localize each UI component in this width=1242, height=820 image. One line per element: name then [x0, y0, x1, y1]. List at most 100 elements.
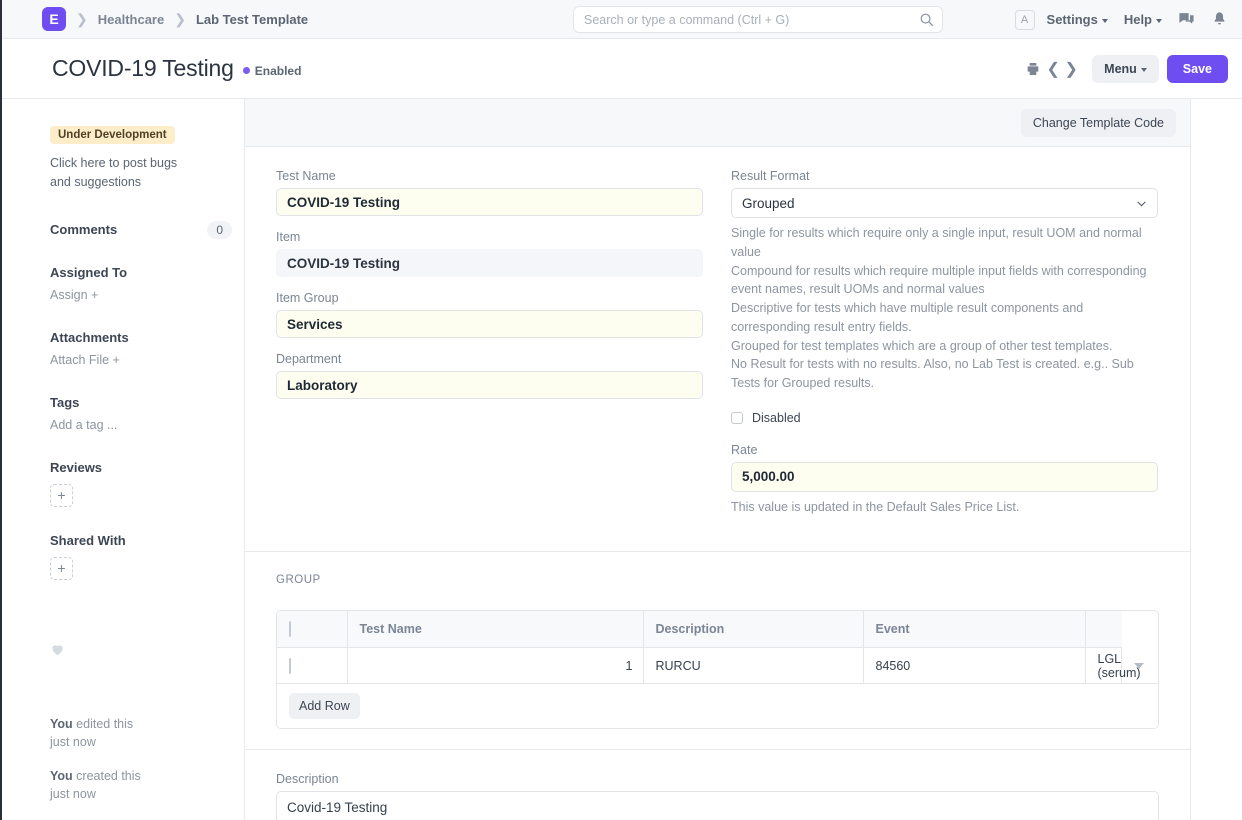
- add-row-button[interactable]: Add Row: [289, 693, 360, 719]
- field-result-format: Result Format Grouped Single for results…: [731, 169, 1158, 393]
- help-label: Help: [1124, 12, 1152, 27]
- chevron-down-icon: [1156, 19, 1162, 23]
- item-input[interactable]: [276, 249, 703, 277]
- column-actions: [1085, 611, 1122, 648]
- details-left-column: Test Name Item Item Group: [276, 169, 703, 531]
- disabled-label[interactable]: Disabled: [752, 411, 801, 425]
- field-test-name: Test Name: [276, 169, 703, 216]
- navbar-right-group: A Settings Help: [1015, 0, 1228, 39]
- table-row[interactable]: 1 RURCU 84560 LGL (serum): [277, 648, 1158, 684]
- global-search: [573, 6, 943, 33]
- attachments-label: Attachments: [50, 330, 244, 345]
- cell-event[interactable]: LGL (serum): [1085, 648, 1122, 684]
- assign-button[interactable]: Assign +: [50, 288, 98, 302]
- details-section: Test Name Item Item Group: [245, 147, 1190, 552]
- page-header-actions: ❮ ❯ Menu Save: [1022, 39, 1228, 99]
- top-navbar: E ❯ Healthcare ❯ Lab Test Template A Set…: [2, 0, 1242, 39]
- add-tag-button[interactable]: Add a tag ...: [50, 418, 117, 432]
- page-header: COVID-19 Testing Enabled ❮ ❯ Menu Save: [2, 39, 1242, 99]
- main-content: Change Template Code Test Name Item: [245, 99, 1242, 820]
- app-logo[interactable]: E: [42, 7, 66, 31]
- group-section-title: GROUP: [276, 574, 1158, 586]
- test-name-input[interactable]: [276, 188, 703, 216]
- chevron-down-icon: [1102, 19, 1108, 23]
- form-card-toolbar: Change Template Code: [245, 99, 1190, 147]
- status-badge: Enabled: [243, 64, 302, 78]
- heart-icon[interactable]: [50, 642, 65, 657]
- settings-label: Settings: [1047, 12, 1098, 27]
- next-record-button[interactable]: ❯: [1062, 58, 1080, 80]
- avatar[interactable]: A: [1015, 10, 1035, 30]
- field-disabled[interactable]: Disabled: [731, 411, 1158, 425]
- status-dot-icon: [243, 67, 250, 74]
- previous-record-button[interactable]: ❮: [1044, 58, 1062, 80]
- group-table: Test Name Description Event 1: [276, 610, 1159, 730]
- activity-entry: You edited this just now: [50, 715, 244, 751]
- row-checkbox[interactable]: [289, 658, 291, 674]
- tags-label: Tags: [50, 395, 244, 410]
- assign-label: Assign: [50, 288, 88, 302]
- field-rate: Rate This value is updated in the Defaul…: [731, 443, 1158, 517]
- sidebar-item-comments[interactable]: Comments 0: [50, 221, 232, 239]
- search-input[interactable]: [573, 6, 943, 33]
- details-right-column: Result Format Grouped Single for results…: [731, 169, 1158, 531]
- row-index: 1: [347, 648, 643, 684]
- row-select-cell[interactable]: [277, 648, 347, 684]
- assigned-to-label: Assigned To: [50, 265, 244, 280]
- group-section: GROUP Test Name Description Event: [245, 552, 1190, 751]
- table-header-row: Test Name Description Event: [277, 611, 1158, 648]
- test-name-label: Test Name: [276, 169, 703, 183]
- description-label: Description: [276, 772, 1158, 786]
- activity-time: just now: [50, 787, 96, 801]
- add-review-button[interactable]: +: [50, 484, 73, 507]
- column-description[interactable]: Description: [643, 611, 863, 648]
- result-format-label: Result Format: [731, 169, 1158, 183]
- activity-entry: You created this just now: [50, 767, 244, 803]
- rate-input[interactable]: [731, 462, 1158, 492]
- cell-test-name[interactable]: RURCU: [643, 648, 863, 684]
- result-format-help: Single for results which require only a …: [731, 224, 1158, 393]
- activity-time: just now: [50, 735, 96, 749]
- item-label: Item: [276, 230, 703, 244]
- department-input[interactable]: [276, 371, 703, 399]
- form-card: Change Template Code Test Name Item: [245, 99, 1191, 820]
- breadcrumb-healthcare[interactable]: Healthcare: [98, 12, 164, 27]
- add-share-button[interactable]: +: [50, 557, 73, 580]
- column-event[interactable]: Event: [863, 611, 1085, 648]
- search-icon: [919, 12, 934, 27]
- app-window: E ❯ Healthcare ❯ Lab Test Template A Set…: [0, 0, 1242, 820]
- save-button[interactable]: Save: [1167, 55, 1228, 83]
- change-template-code-button[interactable]: Change Template Code: [1021, 109, 1176, 137]
- menu-label: Menu: [1104, 62, 1137, 76]
- field-item-group: Item Group: [276, 291, 703, 338]
- sidebar: Under Development Click here to post bug…: [2, 99, 245, 820]
- print-button[interactable]: [1022, 58, 1044, 80]
- item-group-input[interactable]: [276, 310, 703, 338]
- cell-description[interactable]: 84560: [863, 648, 1085, 684]
- activity-actor: You: [50, 717, 73, 731]
- menu-button[interactable]: Menu: [1092, 55, 1159, 83]
- disabled-checkbox[interactable]: [731, 412, 743, 424]
- description-section: Description Covid-19 Testing: [245, 750, 1190, 820]
- activity-action: edited this: [73, 717, 133, 731]
- attach-file-button[interactable]: Attach File +: [50, 353, 120, 367]
- comment-icon[interactable]: [1178, 11, 1195, 28]
- under-development-badge[interactable]: Under Development: [50, 126, 175, 144]
- column-test-name[interactable]: Test Name: [347, 611, 643, 648]
- field-department: Department: [276, 352, 703, 399]
- page-title: COVID-19 Testing: [52, 55, 234, 82]
- sidebar-note[interactable]: Click here to post bugs and suggestions: [50, 154, 200, 193]
- result-format-select[interactable]: Grouped: [731, 188, 1158, 218]
- description-textarea[interactable]: Covid-19 Testing: [276, 791, 1159, 820]
- chevron-down-icon: [1141, 68, 1147, 72]
- select-all-cell[interactable]: [277, 611, 347, 648]
- breadcrumb-chevron-icon: ❯: [174, 12, 186, 26]
- shared-with-label: Shared With: [50, 533, 244, 548]
- help-menu[interactable]: Help: [1124, 12, 1162, 27]
- printer-icon: [1025, 61, 1041, 77]
- select-all-checkbox[interactable]: [289, 621, 291, 637]
- notification-bell-icon[interactable]: [1211, 11, 1228, 28]
- plus-icon: +: [113, 353, 120, 367]
- settings-menu[interactable]: Settings: [1047, 12, 1108, 27]
- breadcrumb-lab-test-template[interactable]: Lab Test Template: [196, 12, 308, 27]
